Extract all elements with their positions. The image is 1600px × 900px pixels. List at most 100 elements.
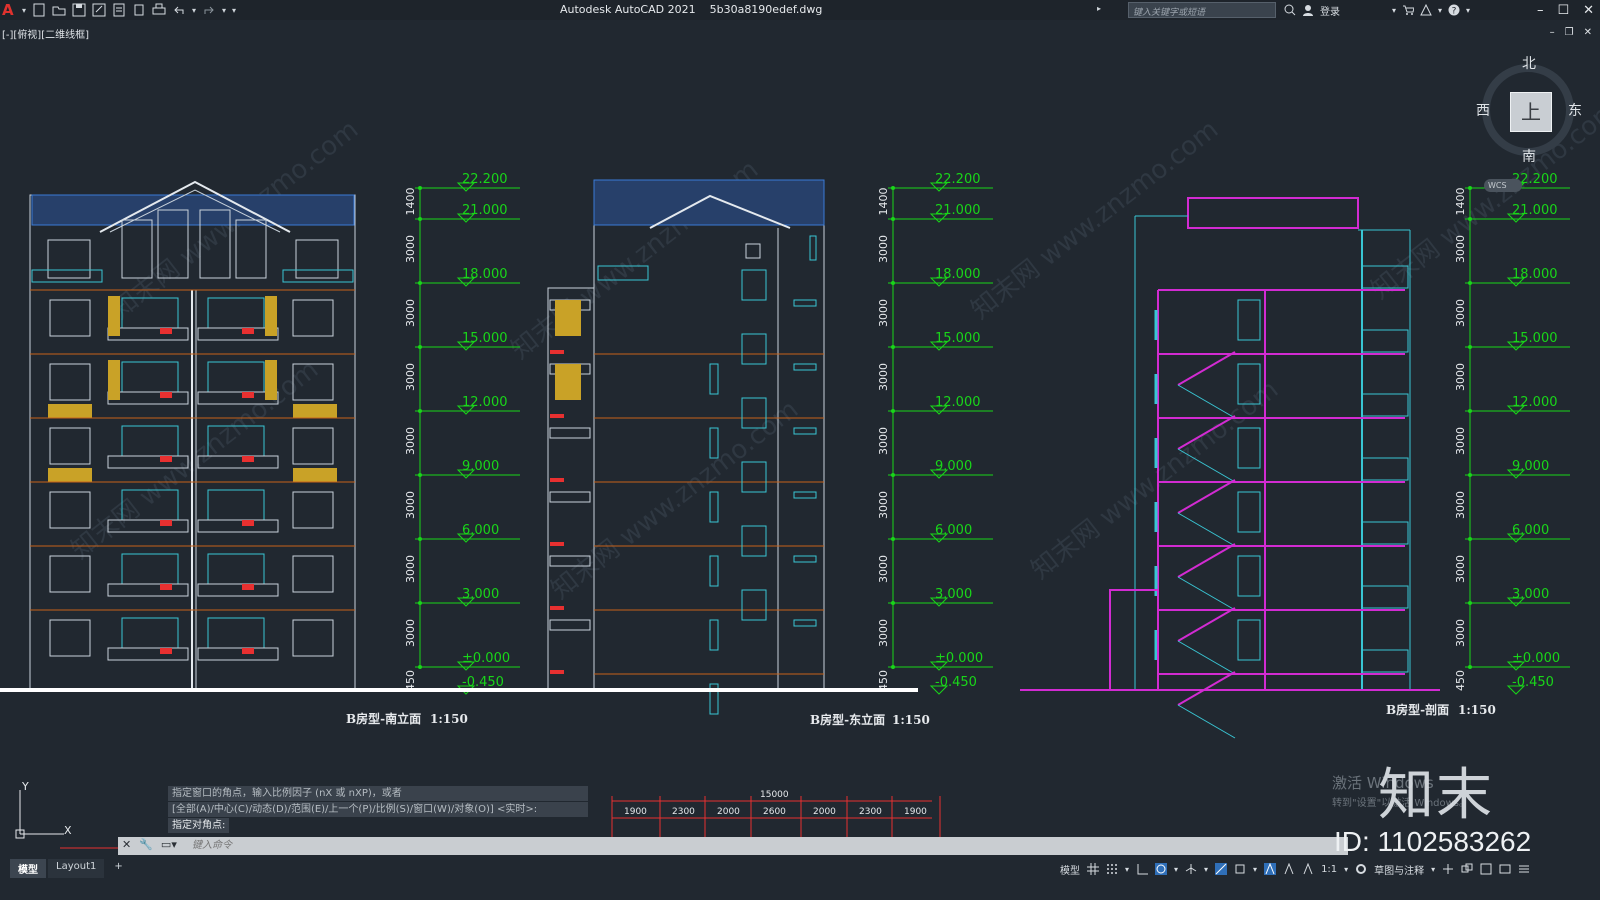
- app-menu-dropdown-icon[interactable]: ▾: [22, 6, 26, 15]
- level-dot: [1468, 601, 1472, 605]
- workspace-gear-icon[interactable]: [1355, 863, 1367, 875]
- scale-dropdown-icon[interactable]: ▾: [1344, 865, 1348, 874]
- snap-dropdown-icon[interactable]: ▾: [1125, 865, 1129, 874]
- object-snap-tracking-icon[interactable]: [1215, 863, 1228, 875]
- viewcube-top-face[interactable]: 上: [1510, 92, 1552, 132]
- annotation-scale-value[interactable]: 1:1: [1321, 864, 1337, 875]
- vertical-dimension: 3000: [877, 619, 890, 647]
- vertical-dimension: 3000: [404, 299, 417, 327]
- polar-icon[interactable]: [1155, 863, 1168, 875]
- autocad-logo-icon[interactable]: A: [2, 2, 16, 18]
- isodraft-dropdown-icon[interactable]: ▾: [1204, 865, 1208, 874]
- compass-south[interactable]: 南: [1522, 146, 1536, 166]
- new-icon[interactable]: [32, 3, 46, 17]
- sheet-icon[interactable]: [112, 3, 126, 17]
- hardware-accel-icon[interactable]: [1480, 863, 1492, 875]
- cart-icon[interactable]: [1402, 4, 1415, 16]
- balcony-accent: [550, 606, 564, 610]
- publish-icon[interactable]: [132, 3, 146, 17]
- snap-icon[interactable]: [1106, 863, 1118, 875]
- compass-east[interactable]: 东: [1568, 100, 1582, 120]
- search-input[interactable]: 键入关键字或短语: [1128, 2, 1276, 18]
- level-dot: [891, 537, 895, 541]
- level-dot: [418, 473, 422, 477]
- vertical-dimension: 3000: [1454, 491, 1467, 519]
- auto-scale-icon[interactable]: [1283, 862, 1295, 875]
- ortho-icon[interactable]: [1136, 863, 1149, 875]
- polar-dropdown-icon[interactable]: ▾: [1174, 865, 1178, 874]
- undo-dropdown-icon[interactable]: ▾: [192, 6, 196, 15]
- open-icon[interactable]: [52, 3, 66, 17]
- level-mark: 6.000: [462, 523, 499, 538]
- annotation-visibility-icon[interactable]: [1264, 862, 1277, 875]
- workspace-dropdown-icon[interactable]: ▾: [1431, 865, 1435, 874]
- help-dropdown-icon[interactable]: ▾: [1466, 6, 1470, 15]
- vertical-dimension: 3000: [1454, 299, 1467, 327]
- search-icon[interactable]: [1284, 4, 1296, 16]
- compass-west[interactable]: 西: [1476, 100, 1490, 120]
- clean-screen-icon[interactable]: [1499, 863, 1511, 875]
- doc-restore-icon[interactable]: ❐: [1565, 27, 1574, 38]
- plot-icon[interactable]: [152, 3, 166, 17]
- customize-command-icon[interactable]: 🔧: [139, 838, 153, 851]
- level-dot: [418, 186, 422, 190]
- minimize-icon[interactable]: –: [1537, 3, 1544, 18]
- customize-toolbar-icon[interactable]: ▾: [232, 6, 236, 15]
- undo-icon[interactable]: [172, 3, 186, 17]
- add-layout-button[interactable]: +: [106, 859, 130, 878]
- wcs-menu[interactable]: WCS: [1484, 179, 1522, 192]
- viewport-controls-label[interactable]: [-][俯视][二维线框]: [2, 26, 89, 41]
- balcony-accent: [160, 520, 172, 526]
- search-expand-icon[interactable]: ▸: [1097, 4, 1101, 13]
- app-name: Autodesk AutoCAD 2021: [560, 3, 696, 16]
- window: [292, 555, 334, 593]
- window: [709, 619, 719, 651]
- workspace-switch[interactable]: 草图与注释: [1374, 862, 1424, 877]
- level-mark: 3.000: [462, 587, 499, 602]
- doc-close-icon[interactable]: ✕: [1584, 27, 1592, 38]
- tab-layout1[interactable]: Layout1: [48, 859, 105, 878]
- plus-icon[interactable]: [1442, 863, 1454, 875]
- doc-minimize-icon[interactable]: –: [1550, 27, 1555, 38]
- redo-icon[interactable]: [202, 3, 216, 17]
- redo-dropdown-icon[interactable]: ▾: [222, 6, 226, 15]
- grid-icon[interactable]: [1087, 863, 1099, 875]
- tab-model[interactable]: 模型: [10, 859, 46, 878]
- object-snap-icon[interactable]: [1234, 863, 1246, 875]
- saveas-icon[interactable]: [92, 3, 106, 17]
- level-dot: [418, 409, 422, 413]
- viewcube[interactable]: 上 北 南 西 东 WCS: [1460, 52, 1600, 202]
- window: [207, 297, 265, 329]
- level-mark: 9.000: [935, 459, 972, 474]
- command-input[interactable]: [166, 838, 1336, 854]
- level-dot: [891, 186, 895, 190]
- level-mark: 21.000: [1512, 203, 1558, 218]
- autodesk-app-icon[interactable]: [1420, 3, 1432, 16]
- level-dot: [891, 217, 895, 221]
- user-icon[interactable]: [1302, 4, 1314, 16]
- east-elevation: [547, 179, 825, 715]
- save-icon[interactable]: [72, 3, 86, 17]
- app-dropdown-icon[interactable]: ▾: [1438, 6, 1442, 15]
- object-snap-dropdown-icon[interactable]: ▾: [1253, 865, 1257, 874]
- maximize-icon[interactable]: ☐: [1557, 3, 1569, 18]
- balcony-rail: [1361, 649, 1409, 673]
- model-space-toggle[interactable]: 模型: [1060, 862, 1080, 877]
- close-icon[interactable]: ✕: [1583, 3, 1594, 18]
- level-mark: 22.200: [935, 172, 981, 187]
- ucs-icon: Y X: [15, 780, 72, 839]
- login-link[interactable]: 登录: [1320, 3, 1340, 18]
- compass-north[interactable]: 北: [1522, 53, 1536, 73]
- window: [49, 491, 91, 529]
- vertical-dimension: 3000: [877, 491, 890, 519]
- level-dot: [891, 409, 895, 413]
- drawing-canvas[interactable]: 知末网 www.znzmo.com 知末网 www.znzmo.com 知末网 ww…: [0, 40, 1600, 850]
- dimension-value: 2300: [672, 807, 695, 817]
- annotation-scale-icon[interactable]: [1302, 862, 1314, 875]
- isolate-icon[interactable]: [1461, 863, 1473, 875]
- isodraft-icon[interactable]: [1185, 863, 1197, 875]
- help-icon[interactable]: ?: [1448, 4, 1460, 17]
- customize-menu-icon[interactable]: [1518, 863, 1530, 875]
- close-command-line-icon[interactable]: ✕: [122, 838, 131, 851]
- login-dropdown-icon[interactable]: ▾: [1392, 6, 1396, 15]
